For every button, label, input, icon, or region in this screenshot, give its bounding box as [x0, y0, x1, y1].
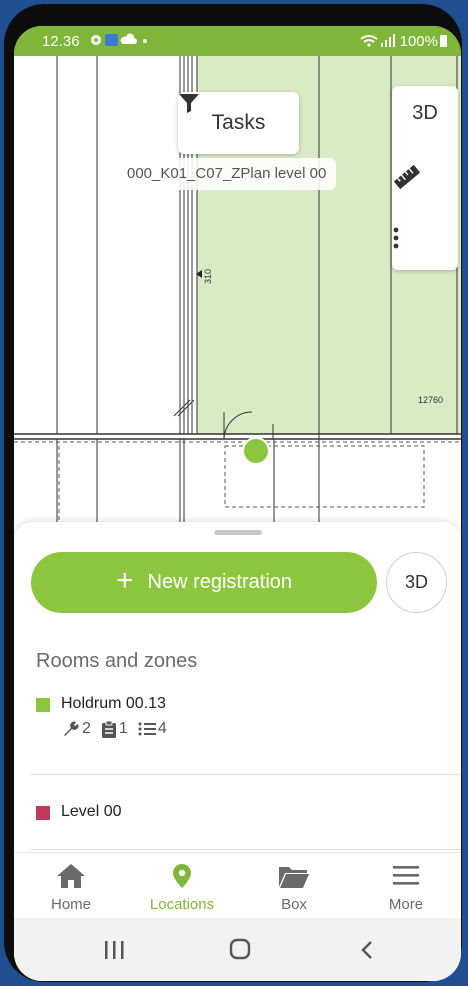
nav-home-label: Home [50, 896, 91, 913]
bottom-sheet: + New registration 3D Rooms and zones Ho… [14, 522, 461, 852]
filter-icon [179, 94, 199, 113]
nav-box-label: Box [281, 896, 307, 913]
nav-home[interactable]: Home [15, 853, 127, 919]
plan-name-label: 000_K01_C07_ZPlan level 00 [117, 158, 337, 190]
tasks-filter-button[interactable]: Tasks [178, 92, 299, 154]
back-icon[interactable] [361, 941, 372, 959]
system-nav-bar [14, 918, 461, 981]
home-circle-icon[interactable] [229, 938, 251, 960]
drag-handle[interactable] [214, 530, 262, 535]
more-options-button[interactable] [392, 226, 458, 252]
wrench-count: 2 [62, 720, 91, 738]
recents-icon[interactable] [105, 941, 124, 959]
status-bar: 12.36 100% [14, 26, 461, 56]
new-registration-label: New registration [147, 571, 293, 593]
phone-frame: 12.36 100% 310 12760 Tasks 000_K01_C07_Z… [4, 4, 462, 982]
list-count-value: 4 [157, 720, 167, 737]
more-vertical-icon [393, 227, 399, 249]
notification-icons [90, 33, 152, 50]
section-title: Rooms and zones [36, 650, 198, 672]
plus-icon: + [115, 564, 134, 597]
wrench-count-value: 2 [82, 720, 91, 737]
room-name: Holdrum 00.13 [61, 695, 166, 712]
list-count: 4 [138, 720, 167, 738]
wrench-icon [64, 721, 79, 736]
nav-more[interactable]: More [350, 853, 461, 919]
status-time: 12.36 [42, 33, 80, 50]
wifi-signal-icon [360, 34, 396, 47]
bottom-nav: Home Locations Box More [14, 852, 461, 919]
clipboard-count: 1 [101, 720, 128, 738]
floor-plan-map[interactable]: 310 12760 Tasks 000_K01_C07_ZPlan level … [14, 56, 461, 544]
nav-more-label: More [388, 896, 424, 913]
screen: 12.36 100% 310 12760 Tasks 000_K01_C07_Z… [14, 26, 461, 981]
menu-icon [350, 863, 461, 889]
app-icon [105, 34, 118, 46]
nav-locations[interactable]: Locations [126, 853, 238, 919]
dimension-label-horizontal: 12760 [418, 395, 443, 405]
folder-icon [238, 863, 350, 889]
measure-tool-button[interactable] [392, 162, 458, 194]
view-3d-toggle[interactable]: 3D [392, 102, 458, 125]
current-location-marker[interactable] [242, 437, 270, 465]
list-icon [138, 722, 156, 736]
battery-percent: 100% [399, 33, 438, 50]
nav-locations-label: Locations [149, 896, 215, 913]
room-counts: 2 1 4 [62, 720, 167, 738]
list-item-level[interactable]: Level 00 [14, 774, 461, 826]
map-tool-panel: 3D [392, 86, 458, 270]
battery-icon [440, 35, 447, 47]
location-pin-icon [126, 863, 238, 889]
level-color-swatch [36, 806, 50, 820]
new-registration-button[interactable]: + New registration [31, 552, 377, 613]
home-icon [15, 863, 127, 889]
clipboard-icon [101, 720, 116, 738]
status-right: 100% [359, 33, 447, 50]
list-item-room[interactable]: Holdrum 00.13 2 1 4 [14, 690, 461, 754]
dimension-label-vertical: 310 [203, 269, 213, 284]
tasks-label: Tasks [211, 111, 266, 134]
level-name: Level 00 [61, 803, 122, 820]
room-color-swatch [36, 698, 50, 712]
clipboard-count-value: 1 [118, 720, 128, 737]
nav-box[interactable]: Box [238, 853, 350, 919]
view-3d-button[interactable]: 3D [386, 552, 447, 613]
divider [31, 849, 461, 850]
dot-icon [143, 39, 147, 43]
ruler-icon [393, 164, 421, 190]
notification-icons-svg [91, 33, 147, 46]
cloud-icon [120, 33, 137, 44]
